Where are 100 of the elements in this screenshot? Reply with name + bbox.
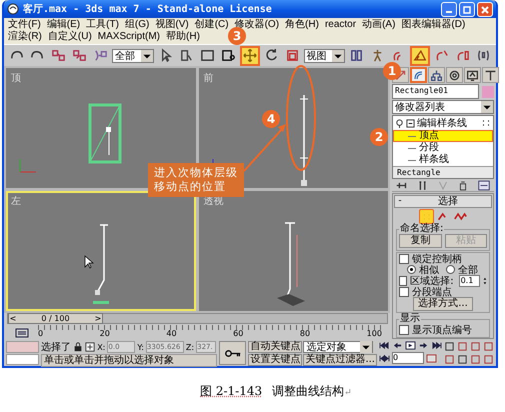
- frame-counter: 0 / 100: [40, 314, 71, 323]
- play-icon[interactable]: [405, 341, 416, 350]
- previous-frame-icon[interactable]: [392, 341, 403, 350]
- figure-caption: 调整曲线结构: [272, 383, 344, 400]
- checkbox[interactable]: [399, 286, 409, 296]
- key-filters-button[interactable]: 关键点过滤器...: [303, 354, 377, 366]
- rotate-icon: [264, 48, 278, 63]
- time-slider[interactable]: < 0 / 100 >: [7, 313, 388, 324]
- pan-icon[interactable]: [457, 354, 468, 365]
- go-to-end-icon[interactable]: [431, 341, 442, 350]
- stack-item[interactable]: 编辑样条线: [417, 116, 479, 130]
- radio-label[interactable]: 相似: [419, 262, 439, 276]
- app-icon: [7, 3, 19, 15]
- key-mode-toggle-icon[interactable]: [379, 354, 390, 362]
- checkbox[interactable]: [399, 254, 409, 264]
- zoom-extents-all-icon[interactable]: [483, 341, 494, 352]
- area-threshold-spinner[interactable]: 0.1: [458, 274, 480, 286]
- coordinate-label: Z:: [186, 342, 194, 352]
- collapse-sign[interactable]: -: [395, 197, 405, 206]
- stack-sub-item[interactable]: 顶点: [393, 130, 493, 142]
- close-icon: [480, 4, 490, 14]
- select-by-button[interactable]: 选择方式...: [413, 297, 473, 311]
- checkbox-label[interactable]: 锁定控制柄: [412, 252, 462, 266]
- command-panel-tab[interactable]: [410, 67, 427, 83]
- checkbox[interactable]: [399, 276, 408, 286]
- frame-tick-label: 100: [366, 329, 382, 338]
- rollout-title: 选择: [437, 196, 459, 206]
- selection-filter-dropdown[interactable]: 全部: [112, 48, 154, 62]
- menu-item[interactable]: 图表编辑器(D): [401, 19, 466, 31]
- menu-item[interactable]: 编辑(E): [46, 19, 80, 31]
- menu-item[interactable]: 渲染(R): [8, 31, 42, 43]
- selection-filter-dropdown[interactable]: 视图: [304, 48, 345, 62]
- checkbox-label[interactable]: 区域选择:: [410, 274, 454, 288]
- panel-button[interactable]: 复制: [399, 234, 442, 248]
- command-panel-tab[interactable]: [464, 67, 481, 83]
- menu-item[interactable]: 工具(T): [86, 19, 119, 31]
- checkbox[interactable]: [399, 324, 409, 334]
- menu-item[interactable]: 创建(C): [194, 19, 229, 31]
- previous-frame-arrow[interactable]: <: [9, 314, 17, 323]
- menu-item[interactable]: reactor: [324, 19, 356, 31]
- frame-tick-label: 60: [233, 329, 244, 338]
- time-configuration-icon[interactable]: [426, 354, 437, 362]
- checkbox-label[interactable]: 分段端点: [412, 284, 452, 298]
- command-panel-tab[interactable]: [428, 67, 445, 83]
- rollout-header[interactable]: - 选择: [394, 195, 492, 208]
- coordinate-label: Y:: [137, 342, 144, 352]
- zoom-extents-icon[interactable]: [470, 341, 481, 352]
- close-button[interactable]: [477, 2, 493, 16]
- menu-item[interactable]: 动画(A): [362, 19, 396, 31]
- zoom-all-icon[interactable]: [457, 341, 468, 352]
- maxscript-listener-field[interactable]: [6, 341, 40, 352]
- mouse-pointer-icon: [84, 255, 94, 269]
- object-name-field[interactable]: Rectangle01: [392, 84, 479, 99]
- object-color-swatch[interactable]: [482, 86, 494, 98]
- base-object-item[interactable]: Rectangle: [393, 166, 493, 178]
- radio-button[interactable]: [407, 265, 416, 274]
- current-frame-field[interactable]: 0: [392, 352, 424, 364]
- minimize-button[interactable]: [441, 2, 457, 16]
- key-mode-dropdown[interactable]: 选定对象: [303, 341, 374, 353]
- time-slider-thumb[interactable]: < 0 / 100 >: [8, 313, 103, 324]
- absolute-mode-icon[interactable]: [85, 342, 96, 352]
- subobject-button[interactable]: [418, 209, 434, 224]
- next-frame-icon[interactable]: [418, 341, 429, 350]
- set-key-mode-button[interactable]: 设置关键点: [248, 354, 302, 366]
- command-panel-tab[interactable]: [446, 67, 463, 83]
- menu-item[interactable]: 角色(H): [285, 19, 319, 31]
- maximize-icon[interactable]: [483, 354, 494, 365]
- menu-item[interactable]: MAXScript(M): [98, 31, 160, 43]
- command-panel-tab[interactable]: [482, 67, 499, 83]
- checkbox-label[interactable]: 显示顶点编号: [412, 322, 472, 336]
- next-frame-arrow[interactable]: >: [94, 314, 102, 323]
- paragraph-mark: ↵: [344, 388, 352, 398]
- collapse-icon[interactable]: [406, 118, 415, 128]
- callout-text: 进入次物体层级 移动点的位置: [148, 163, 244, 197]
- modifier-list-dropdown[interactable]: 修改器列表: [392, 100, 494, 114]
- radio-button[interactable]: [446, 265, 455, 274]
- light-bulb-icon[interactable]: [395, 118, 404, 128]
- configure-sets-icon[interactable]: [476, 180, 491, 191]
- menu-item[interactable]: 自定义(U): [48, 31, 92, 43]
- maxscript-input-field[interactable]: [6, 354, 40, 365]
- radio-label[interactable]: 全部: [458, 262, 478, 276]
- rectangle-spline-drawing: [88, 103, 123, 165]
- coordinate-label: X:: [97, 342, 106, 352]
- menu-item[interactable]: 视图(V): [155, 19, 189, 31]
- go-to-start-icon[interactable]: [379, 341, 390, 350]
- spinner-arrows-icon[interactable]: [483, 276, 487, 286]
- menu-item[interactable]: 组(G): [124, 19, 150, 31]
- create-tab-icon: [394, 68, 407, 82]
- zoom-icon[interactable]: [444, 341, 455, 352]
- orbit-icon[interactable]: [470, 354, 481, 365]
- set-key-button[interactable]: [218, 341, 246, 365]
- curve-editor-icon[interactable]: [14, 326, 30, 338]
- group-title: 显示: [399, 314, 421, 324]
- menu-item[interactable]: 文件(F): [8, 19, 41, 31]
- maximize-icon: [462, 4, 472, 14]
- region-zoom-icon[interactable]: [444, 354, 455, 365]
- menu-item[interactable]: 帮助(H): [166, 31, 200, 43]
- maximize-button[interactable]: [459, 2, 475, 16]
- auto-key-button[interactable]: 自动关键点: [248, 341, 302, 353]
- lock-icon[interactable]: [73, 342, 84, 352]
